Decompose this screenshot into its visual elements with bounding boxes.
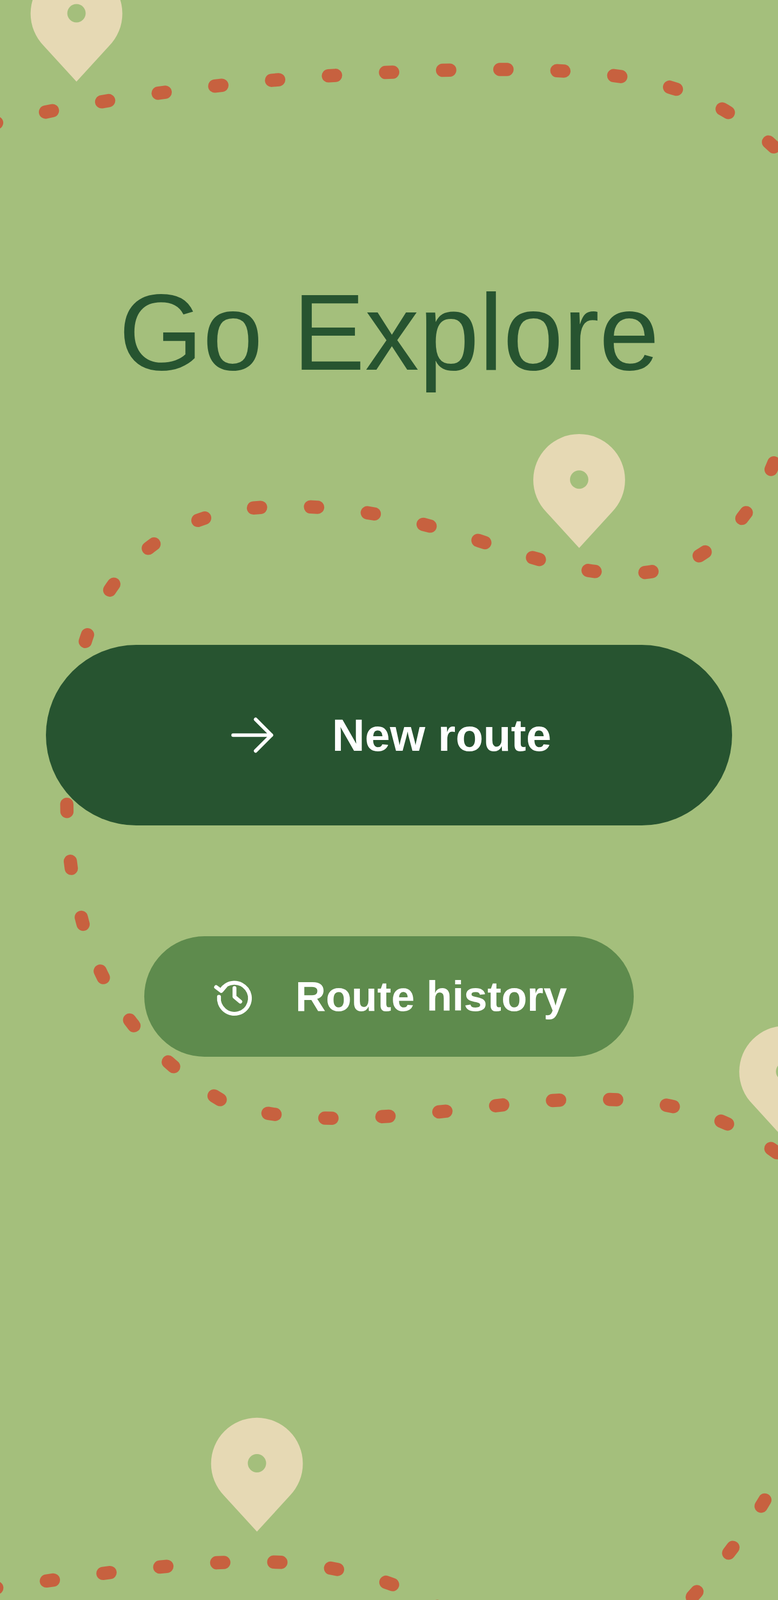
history-icon bbox=[211, 973, 258, 1020]
new-route-button[interactable]: New route bbox=[45, 644, 733, 826]
app-title: Go Explore bbox=[118, 267, 660, 398]
map-pin-icon bbox=[533, 433, 626, 548]
home-screen: Go Explore New route Route history bbox=[0, 0, 778, 1600]
map-pin-icon bbox=[739, 1025, 778, 1140]
map-pin-icon bbox=[30, 0, 123, 82]
dotted-trail bbox=[682, 1448, 778, 1600]
route-history-button[interactable]: Route history bbox=[144, 935, 634, 1057]
button-label: Route history bbox=[295, 970, 568, 1022]
action-list: New route Route history bbox=[45, 644, 733, 1057]
dotted-trail bbox=[0, 69, 778, 164]
home-content: Go Explore New route Route history bbox=[0, 0, 778, 1057]
dotted-trail bbox=[0, 1560, 439, 1600]
button-label: New route bbox=[331, 707, 552, 763]
arrow-right-icon bbox=[226, 707, 281, 762]
map-pin-icon bbox=[211, 1417, 304, 1532]
